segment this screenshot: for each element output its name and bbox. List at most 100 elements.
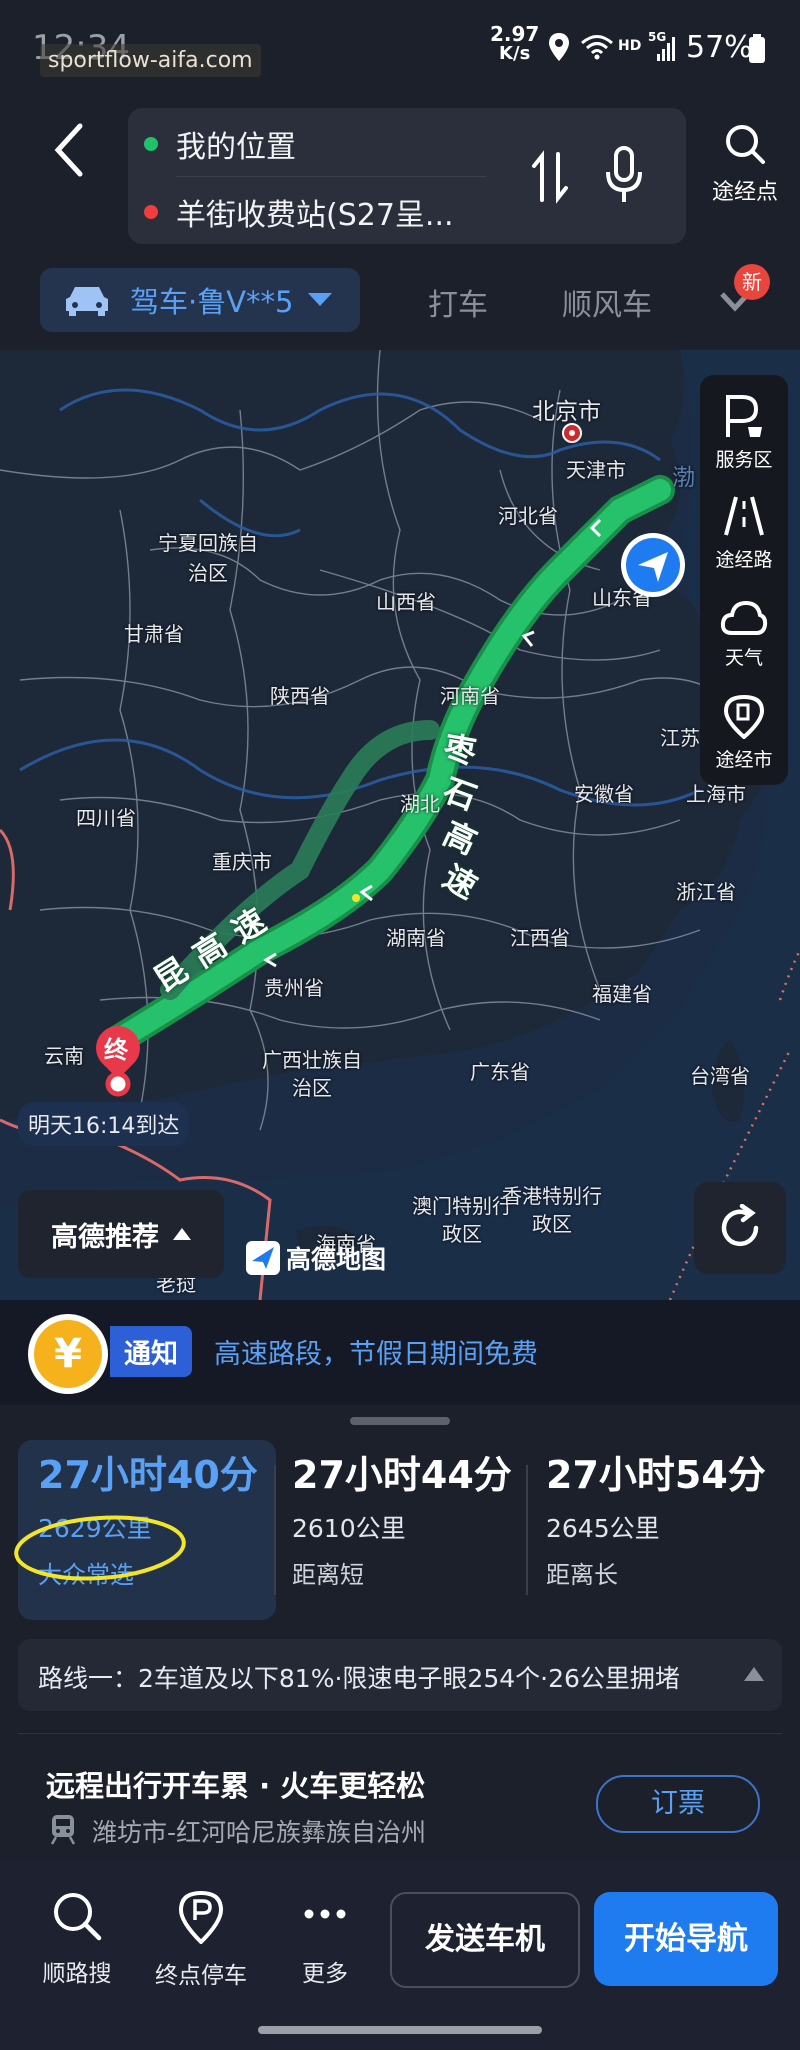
road-button[interactable]: 途经路 bbox=[700, 493, 788, 572]
battery-percent: 57% bbox=[686, 30, 753, 65]
bottom-action-bar: 顺路搜 终点停车 更多 发送车机 开始导航 bbox=[0, 1860, 800, 2050]
train-icon bbox=[50, 1815, 76, 1845]
route-detail-bar[interactable]: 路线一：2车道及以下81%·限速电子眼254个·26公里拥堵 bbox=[18, 1639, 782, 1711]
ticket-button[interactable]: 订票 bbox=[596, 1775, 760, 1833]
net-speed-value: 2.97 bbox=[490, 22, 540, 46]
route-option-tag: 距离长 bbox=[546, 1561, 618, 1589]
destination-row[interactable]: 羊街收费站(S27呈... bbox=[144, 190, 454, 234]
start-position-icon bbox=[621, 533, 685, 597]
map-label-guizhou: 贵州省 bbox=[264, 976, 324, 1000]
waypoints-button[interactable]: 途经点 bbox=[700, 122, 790, 206]
microphone-icon[interactable] bbox=[604, 146, 644, 206]
map-label-sichuan: 四川省 bbox=[76, 806, 136, 830]
waypoints-label: 途经点 bbox=[711, 180, 778, 205]
map-label-ningxia: 宁夏回族自 治区 bbox=[158, 531, 258, 585]
city-icon bbox=[723, 694, 765, 740]
map-label-tianjin: 天津市 bbox=[566, 458, 626, 482]
map-brand: 高德地图 bbox=[246, 1240, 386, 1276]
more-label: 更多 bbox=[302, 1961, 348, 1987]
battery-icon bbox=[749, 34, 765, 63]
route-detail-text: 路线一：2车道及以下81%·限速电子眼254个·26公里拥堵 bbox=[38, 1664, 680, 1693]
origin-text: 我的位置 bbox=[176, 130, 296, 165]
wifi-icon bbox=[581, 35, 613, 60]
recommend-button[interactable]: 高德推荐 bbox=[18, 1190, 224, 1278]
hd-indicator: HD bbox=[618, 38, 642, 54]
recommend-label: 高德推荐 bbox=[51, 1221, 159, 1253]
arrival-time: 明天16:14到达 bbox=[18, 1102, 190, 1146]
search-along-button[interactable]: 顺路搜 bbox=[22, 1890, 132, 1988]
road-char: 速 bbox=[436, 857, 484, 907]
cloud-icon bbox=[720, 600, 768, 635]
map-label-shanxi: 山西省 bbox=[376, 590, 436, 614]
net-speed: 2.97 K/s bbox=[490, 24, 539, 64]
search-icon bbox=[726, 125, 765, 164]
road-icon bbox=[724, 496, 764, 536]
option-divider bbox=[526, 1465, 528, 1595]
map-label-hongkong: 香港特别行 政区 bbox=[502, 1184, 602, 1236]
map-label-fujian: 福建省 bbox=[592, 982, 652, 1006]
parking-label: 终点停车 bbox=[155, 1963, 247, 1989]
route-option-2[interactable]: 27小时44分 2610公里 距离短 bbox=[292, 1440, 542, 1620]
map-label-hunan: 湖南省 bbox=[386, 926, 446, 950]
map-label-guangdong: 广东省 bbox=[470, 1060, 530, 1084]
map-label-jiangsu: 江苏 bbox=[660, 726, 700, 750]
train-route: 潍坊市-红河哈尼族彝族自治州 bbox=[92, 1818, 427, 1847]
status-bar: 12:34 sportflow-aifa.com 2.97 K/s HD 5G … bbox=[0, 0, 800, 100]
map-view[interactable]: 北京市 天津市 河北省 渤 山西省 山东省 宁夏回族自 治区 甘肃省 陕西省 河… bbox=[0, 350, 800, 1300]
map-label-bohai: 渤 bbox=[672, 465, 695, 491]
map-label-gansu: 甘肃省 bbox=[124, 622, 184, 646]
map-label-shaanxi: 陕西省 bbox=[270, 684, 330, 708]
refresh-icon bbox=[721, 1203, 759, 1247]
location-icon bbox=[549, 33, 569, 61]
dropdown-icon bbox=[307, 293, 332, 306]
new-badge: 新 bbox=[734, 264, 770, 300]
map-label-henan: 河南省 bbox=[440, 684, 500, 708]
map-label-beijing: 北京市 bbox=[532, 399, 601, 425]
swap-icon[interactable] bbox=[530, 150, 572, 204]
weather-button[interactable]: 天气 bbox=[700, 597, 788, 670]
brand-label: 高德地图 bbox=[286, 1245, 387, 1274]
map-label-chongqing: 重庆市 bbox=[212, 850, 272, 874]
end-marker-label: 终 bbox=[104, 1036, 128, 1064]
mode-drive-tab[interactable]: 驾车·鲁V**5 bbox=[40, 268, 360, 332]
drag-handle[interactable] bbox=[350, 1417, 450, 1425]
road-label: 途经路 bbox=[715, 549, 773, 571]
mode-taxi-tab[interactable]: 打车 bbox=[428, 280, 488, 324]
mode-drive-label: 驾车·鲁V**5 bbox=[130, 285, 294, 319]
map-label-hubei: 湖北 bbox=[400, 792, 440, 816]
chevron-up-icon bbox=[744, 1667, 764, 1681]
city-button[interactable]: 途经市 bbox=[700, 693, 788, 772]
map-label-yunnan: 云南 bbox=[44, 1044, 84, 1068]
home-indicator[interactable] bbox=[258, 2026, 542, 2034]
refresh-button[interactable] bbox=[694, 1182, 786, 1274]
destination-text: 羊街收费站(S27呈... bbox=[176, 198, 454, 233]
map-label-macau: 澳门特别行 政区 bbox=[412, 1194, 512, 1246]
origin-row[interactable]: 我的位置 bbox=[144, 122, 296, 166]
watermark: sportflow-aifa.com bbox=[40, 44, 261, 77]
route-option-3[interactable]: 27小时54分 2645公里 距离长 bbox=[546, 1440, 796, 1620]
option-divider bbox=[274, 1465, 276, 1595]
more-button[interactable]: 更多 bbox=[270, 1890, 380, 1988]
more-dots-icon bbox=[304, 1909, 346, 1919]
search-along-label: 顺路搜 bbox=[42, 1961, 112, 1987]
send-to-car-button[interactable]: 发送车机 bbox=[390, 1892, 580, 1988]
map-label-guangxi: 广西壮族自 治区 bbox=[262, 1048, 362, 1100]
back-icon[interactable] bbox=[52, 122, 86, 178]
destination-dot bbox=[144, 205, 158, 219]
road-label-zaoshi: 枣 石 高 速 bbox=[437, 728, 484, 907]
divider bbox=[176, 176, 486, 177]
map-label-zhejiang: 浙江省 bbox=[676, 880, 736, 904]
road-char: 枣 bbox=[440, 728, 480, 772]
start-navigation-button[interactable]: 开始导航 bbox=[594, 1892, 778, 1986]
map-tool-panel: 服务区 途经路 天气 途经市 bbox=[700, 375, 788, 785]
net-speed-unit: K/s bbox=[499, 43, 531, 64]
notice-banner[interactable]: ¥ 通知 高速路段，节假日期间免费 bbox=[0, 1300, 800, 1405]
parking-button[interactable]: 终点停车 bbox=[146, 1890, 256, 1990]
search-icon bbox=[54, 1893, 102, 1941]
search-header: 我的位置 羊街收费站(S27呈... 途经点 驾车·鲁V**5 打车 顺风车 新 bbox=[0, 100, 800, 350]
origin-dot bbox=[144, 137, 158, 151]
service-area-button[interactable]: 服务区 bbox=[700, 393, 788, 472]
notice-tag: 通知 bbox=[110, 1326, 192, 1377]
section-divider bbox=[18, 1733, 782, 1734]
mode-carpool-tab[interactable]: 顺风车 bbox=[562, 280, 652, 324]
